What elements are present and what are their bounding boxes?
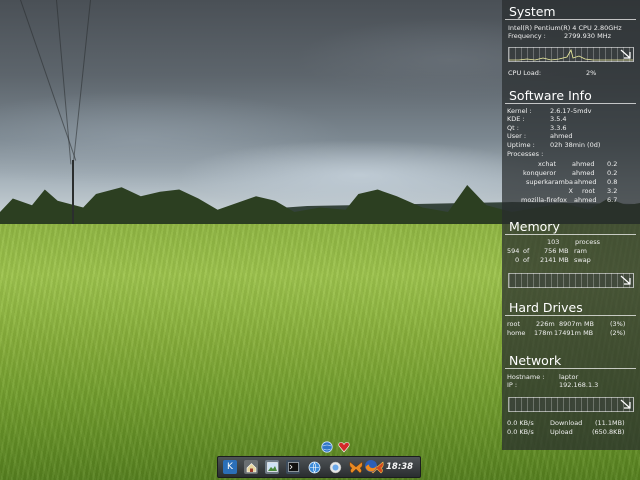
drive-name: home bbox=[507, 329, 526, 337]
process-cpu: 0.8 bbox=[607, 178, 618, 186]
section-divider bbox=[505, 368, 636, 369]
process-cpu: 0.2 bbox=[607, 169, 618, 177]
swap-total: 2141 MB bbox=[540, 256, 569, 264]
swap-of: of bbox=[523, 256, 530, 264]
uptime-value: 02h 38min (0d) bbox=[550, 141, 601, 149]
drive-used: 178m bbox=[534, 329, 553, 337]
process-count-label: process bbox=[575, 238, 600, 246]
ip-label: IP : bbox=[507, 381, 518, 389]
uptime-label: Uptime : bbox=[507, 141, 535, 149]
download-rate: 0.0 KB/s bbox=[507, 419, 534, 427]
drive-used: 226m bbox=[536, 320, 555, 328]
process-user: ahmed bbox=[572, 160, 595, 168]
drive-name: root bbox=[507, 320, 521, 328]
process-user: ahmed bbox=[574, 196, 597, 204]
qt-label: Qt : bbox=[507, 124, 519, 132]
kmenu-icon[interactable]: K bbox=[223, 460, 237, 474]
download-label: Download bbox=[550, 419, 583, 427]
ram-total: 756 MB bbox=[544, 247, 569, 255]
ram-of: of bbox=[523, 247, 530, 255]
process-user: ahmed bbox=[574, 178, 597, 186]
drive-total: 17491m MB bbox=[554, 329, 594, 337]
qt-value: 3.3.6 bbox=[550, 124, 567, 132]
system-section: System Intel(R) Pentium(R) 4 CPU 2.80GHz… bbox=[502, 0, 640, 82]
wallpaper-power-pole bbox=[72, 160, 74, 224]
terminal-icon[interactable] bbox=[286, 460, 300, 474]
graph-arrow-icon bbox=[620, 275, 631, 285]
home-folder-icon[interactable] bbox=[244, 460, 258, 474]
taskbar-clock[interactable]: 18:38 bbox=[386, 462, 413, 472]
bug-icon[interactable] bbox=[328, 460, 342, 474]
process-name: superkaramba bbox=[525, 178, 573, 186]
upload-total: (650.8KB) bbox=[592, 428, 625, 436]
memory-section: Memory 103 process 594 of 756 MB ram 0 o… bbox=[502, 216, 640, 292]
process-name: X bbox=[568, 187, 573, 195]
firefox-icon[interactable] bbox=[364, 459, 378, 473]
process-count: 103 bbox=[547, 238, 560, 246]
kde-value: 3.5.4 bbox=[550, 115, 567, 123]
ip-value: 192.168.1.3 bbox=[559, 381, 599, 389]
kde-taskbar-panel: K 18:38 bbox=[217, 456, 421, 478]
kernel-label: Kernel : bbox=[507, 107, 532, 115]
swap-label: swap bbox=[574, 256, 591, 264]
cpu-load-value: 2% bbox=[586, 69, 597, 77]
kernel-value: 2.6.17-5mdv bbox=[550, 107, 592, 115]
hard-drives-title: Hard Drives bbox=[509, 300, 583, 315]
network-title: Network bbox=[509, 353, 562, 368]
download-total: (11.1MB) bbox=[595, 419, 625, 427]
process-name: mozilla-firefox bbox=[521, 196, 568, 204]
memory-graph bbox=[508, 273, 634, 288]
section-divider bbox=[505, 234, 636, 235]
section-divider bbox=[505, 19, 636, 20]
process-cpu: 3.2 bbox=[607, 187, 618, 195]
software-info-section: Software Info Kernel : 2.6.17-5mdv KDE :… bbox=[502, 84, 640, 214]
cpu-load-label: CPU Load: bbox=[508, 69, 542, 77]
process-user: ahmed bbox=[572, 169, 595, 177]
drive-percent: (2%) bbox=[610, 329, 626, 337]
upload-label: Upload bbox=[550, 428, 573, 436]
process-user: root bbox=[582, 187, 596, 195]
network-section: Network Hostname : laptor IP : 192.168.1… bbox=[502, 349, 640, 444]
ram-used: 594 bbox=[507, 247, 520, 255]
swap-used: 0 bbox=[515, 256, 520, 264]
section-divider bbox=[505, 315, 636, 316]
process-name: xchat bbox=[538, 160, 556, 168]
processes-label: Processes : bbox=[507, 150, 544, 158]
image-viewer-icon[interactable] bbox=[265, 460, 279, 474]
user-value: ahmed bbox=[550, 132, 573, 140]
upload-rate: 0.0 KB/s bbox=[507, 428, 534, 436]
kde-label: KDE : bbox=[507, 115, 525, 123]
process-name: konqueror bbox=[522, 169, 556, 177]
hostname-label: Hostname : bbox=[507, 373, 545, 381]
section-divider bbox=[505, 103, 636, 104]
ram-label: ram bbox=[574, 247, 587, 255]
user-label: User : bbox=[507, 132, 527, 140]
globe-tray-icon[interactable] bbox=[321, 441, 333, 453]
process-cpu: 6.7 bbox=[607, 196, 618, 204]
drive-total: 8907m MB bbox=[559, 320, 595, 328]
process-cpu: 0.2 bbox=[607, 160, 618, 168]
cpu-load-graph bbox=[508, 47, 634, 62]
cpu-model: Intel(R) Pentium(R) 4 CPU 2.80GHz bbox=[508, 24, 622, 32]
drive-percent: (3%) bbox=[610, 320, 626, 328]
graph-arrow-icon bbox=[620, 399, 631, 409]
heart-tray-icon[interactable] bbox=[338, 441, 350, 453]
cpu-load-line bbox=[509, 48, 633, 61]
memory-title: Memory bbox=[509, 219, 560, 234]
network-graph bbox=[508, 397, 634, 412]
software-info-title: Software Info bbox=[509, 88, 592, 103]
network-icon[interactable] bbox=[307, 460, 321, 474]
graph-arrow-icon bbox=[620, 49, 631, 59]
butterfly-icon[interactable] bbox=[349, 460, 363, 474]
frequency-value: 2799.930 MHz bbox=[564, 32, 611, 40]
frequency-label: Frequency : bbox=[508, 32, 546, 40]
hard-drives-section: Hard Drives root 226m 8907m MB (3%) home… bbox=[502, 296, 640, 346]
system-title: System bbox=[509, 4, 556, 19]
hostname-value: laptor bbox=[559, 373, 579, 381]
system-monitor-panel: System Intel(R) Pentium(R) 4 CPU 2.80GHz… bbox=[502, 0, 640, 450]
